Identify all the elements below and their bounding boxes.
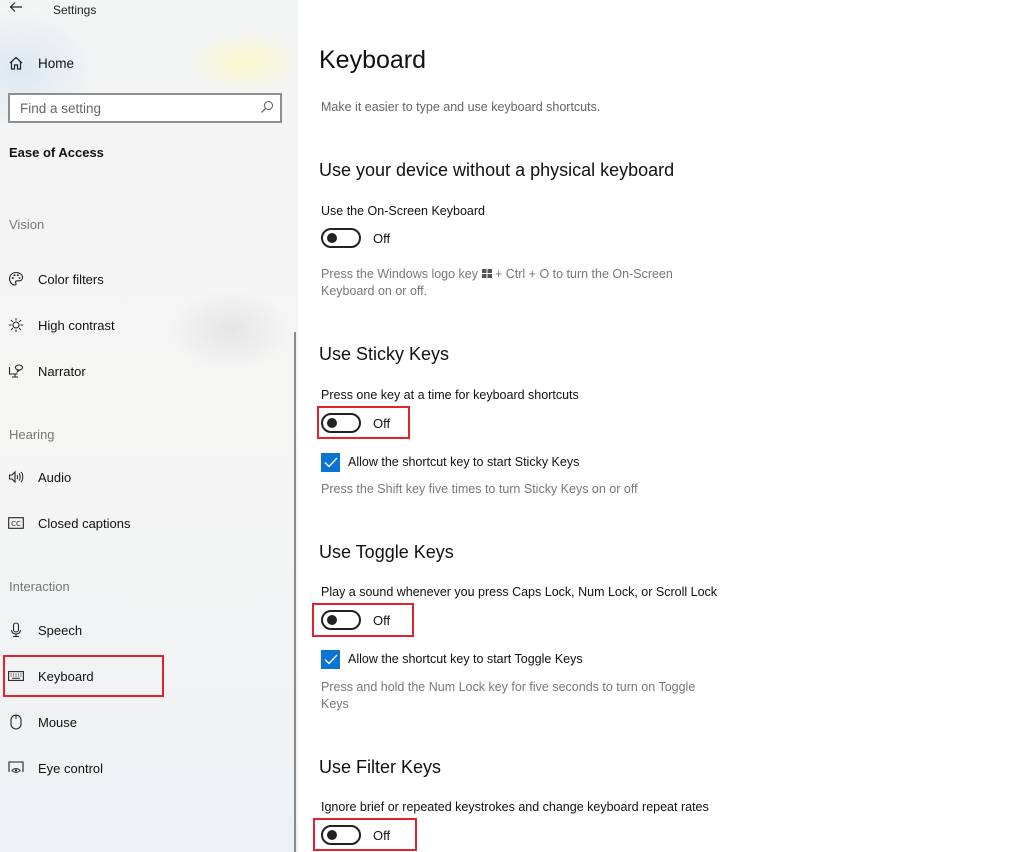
sidebar-item-color-filters[interactable]: Color filters xyxy=(8,268,158,290)
checkbox-label: Allow the shortcut key to start Toggle K… xyxy=(348,652,583,666)
onscreen-keyboard-toggle[interactable]: Off xyxy=(321,228,390,248)
toggle-keys-highlight-box xyxy=(312,603,414,637)
home-label: Home xyxy=(38,55,75,71)
sidebar-item-high-contrast[interactable]: High contrast xyxy=(8,314,158,336)
windows-logo-icon xyxy=(481,266,492,283)
help-text-sticky-keys: Press the Shift key five times to turn S… xyxy=(321,482,638,496)
group-label-hearing: Hearing xyxy=(9,427,55,442)
checkmark-icon xyxy=(324,654,338,665)
toggle-knob xyxy=(327,233,337,243)
filter-keys-highlight-box xyxy=(313,818,417,851)
group-label-interaction: Interaction xyxy=(9,579,70,594)
sidebar-item-label: High contrast xyxy=(38,317,115,333)
home-icon xyxy=(8,55,24,71)
toggle-state: Off xyxy=(373,230,391,246)
help-text-part-1: Press the Windows logo key xyxy=(321,267,479,281)
sidebar-item-label: Eye control xyxy=(38,760,104,776)
sidebar-item-label: Narrator xyxy=(38,363,86,379)
narrator-icon xyxy=(8,363,24,379)
group-label-vision: Vision xyxy=(9,217,45,232)
checkbox-label: Allow the shortcut key to start Sticky K… xyxy=(348,455,580,469)
checkbox-checked[interactable] xyxy=(321,452,340,472)
sticky-keys-shortcut-checkbox[interactable]: Allow the shortcut key to start Sticky K… xyxy=(321,452,579,472)
sidebar-item-home[interactable]: Home xyxy=(8,52,74,74)
sidebar-item-closed-captions[interactable]: CC Closed captions xyxy=(8,512,158,534)
keyboard-highlight-box xyxy=(3,655,164,697)
mouse-icon xyxy=(8,714,24,730)
brightness-icon xyxy=(8,317,24,333)
search-icon[interactable] xyxy=(260,100,274,114)
sidebar-item-mouse[interactable]: Mouse xyxy=(8,711,158,733)
sidebar-item-label: Speech xyxy=(38,622,83,638)
help-text-onscreen-keyboard: Press the Windows logo key + Ctrl + O to… xyxy=(321,266,721,300)
toggle-keys-shortcut-checkbox[interactable]: Allow the shortcut key to start Toggle K… xyxy=(321,649,583,669)
search-box[interactable] xyxy=(8,93,282,123)
sticky-keys-highlight-box xyxy=(317,406,410,439)
sidebar-scrollbar[interactable] xyxy=(294,332,296,852)
app-title: Settings xyxy=(53,3,97,17)
svg-text:CC: CC xyxy=(11,520,21,528)
back-button[interactable] xyxy=(9,0,29,18)
section-title-filter-keys: Use Filter Keys xyxy=(319,757,442,777)
sidebar-item-label: Audio xyxy=(38,469,72,485)
page-title: Keyboard xyxy=(319,46,427,74)
sidebar-item-label: Color filters xyxy=(38,271,104,287)
title-bar: Settings xyxy=(0,0,298,20)
search-input[interactable] xyxy=(10,95,260,121)
sidebar-item-narrator[interactable]: Narrator xyxy=(8,360,158,382)
closed-captions-icon: CC xyxy=(8,515,24,531)
setting-label-filter-keys: Ignore brief or repeated keystrokes and … xyxy=(321,800,709,814)
checkmark-icon xyxy=(324,457,338,468)
help-text-toggle-keys: Press and hold the Num Lock key for five… xyxy=(321,680,696,711)
speaker-icon xyxy=(8,469,24,485)
setting-label-onscreen-keyboard: Use the On-Screen Keyboard xyxy=(321,204,485,218)
sidebar-item-speech[interactable]: Speech xyxy=(8,619,158,641)
sidebar-item-audio[interactable]: Audio xyxy=(8,466,158,488)
section-title-toggle-keys: Use Toggle Keys xyxy=(319,542,454,562)
setting-label-sticky-keys: Press one key at a time for keyboard sho… xyxy=(321,388,579,402)
setting-label-toggle-keys: Play a sound whenever you press Caps Loc… xyxy=(321,585,718,599)
content-pane: Keyboard Make it easier to type and use … xyxy=(298,0,1024,852)
sidebar-item-label: Closed captions xyxy=(38,515,131,531)
eye-control-icon xyxy=(8,760,24,776)
palette-icon xyxy=(8,271,24,287)
page-description: Make it easier to type and use keyboard … xyxy=(321,100,601,114)
section-title-onscreen-keyboard: Use your device without a physical keybo… xyxy=(319,160,675,180)
section-title-sticky-keys: Use Sticky Keys xyxy=(319,344,450,364)
category-title: Ease of Access xyxy=(9,145,104,160)
microphone-icon xyxy=(8,622,24,638)
toggle-track xyxy=(321,228,361,248)
sidebar: Settings Home Ease of Access Vision Colo… xyxy=(0,0,298,852)
back-arrow-icon xyxy=(9,2,22,12)
checkbox-checked[interactable] xyxy=(321,649,340,669)
sidebar-item-eye-control[interactable]: Eye control xyxy=(8,757,158,779)
sidebar-item-label: Mouse xyxy=(38,714,78,730)
